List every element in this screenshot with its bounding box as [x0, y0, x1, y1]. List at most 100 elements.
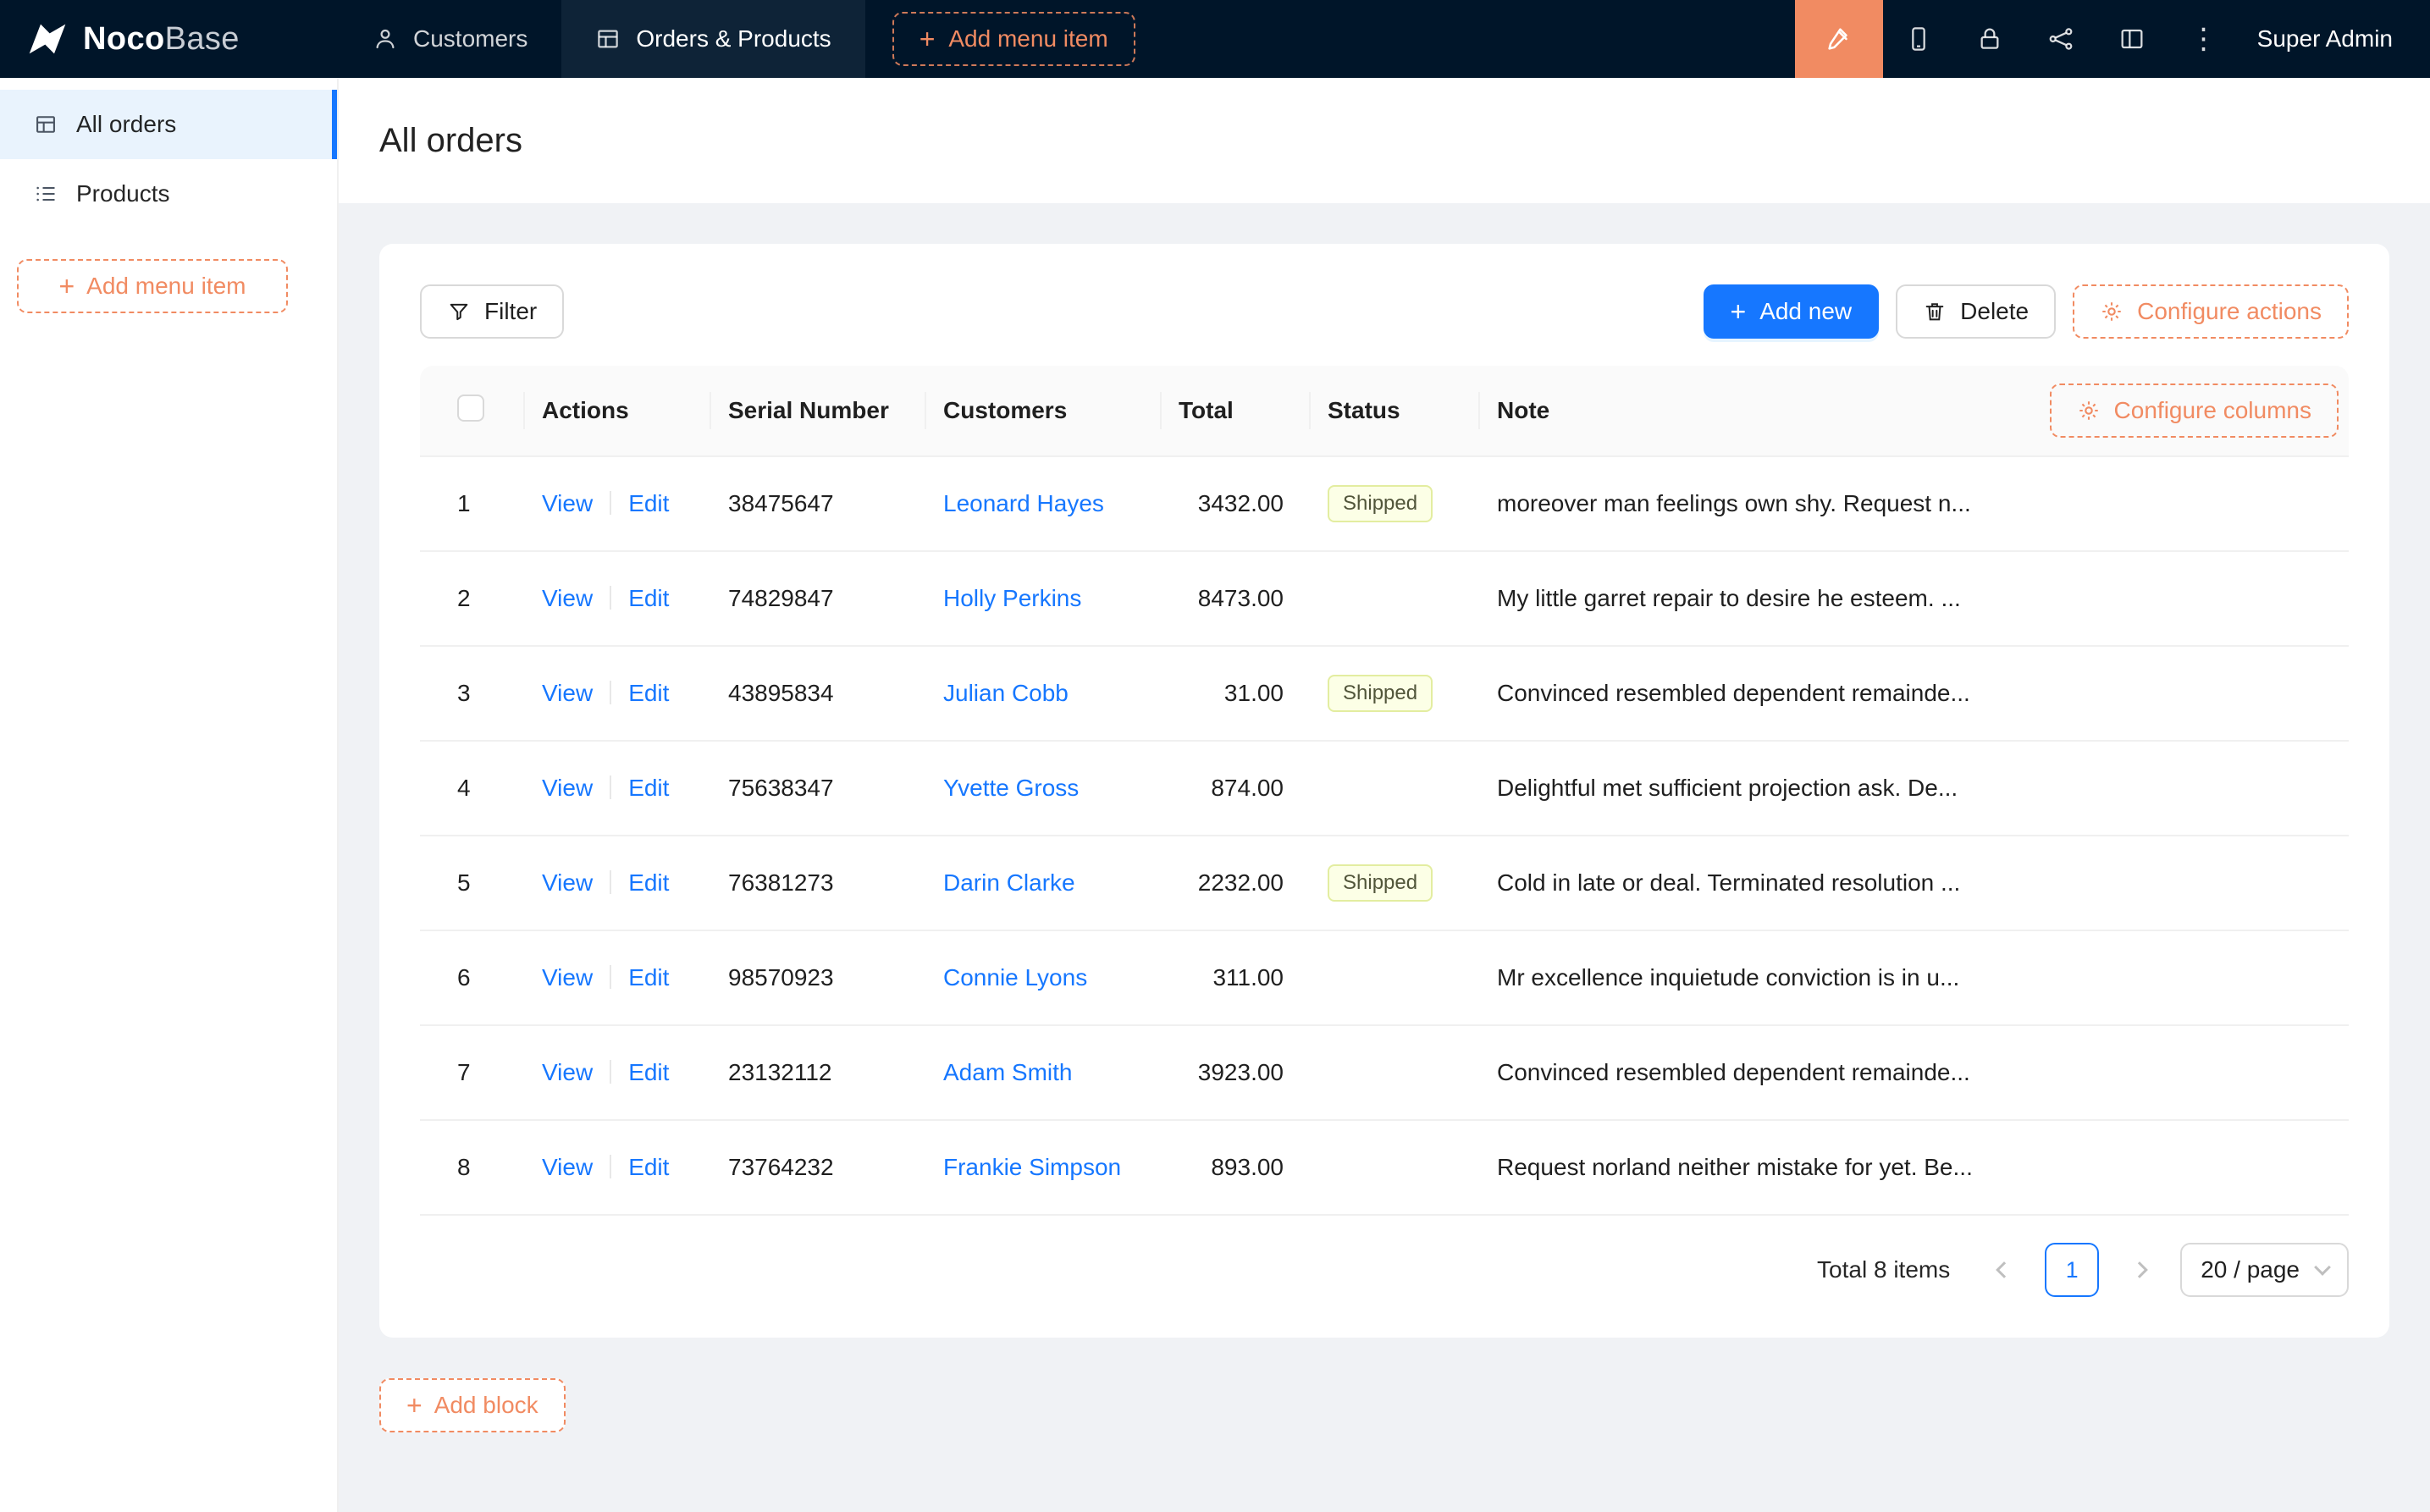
filter-label: Filter — [484, 298, 537, 325]
filter-icon — [447, 300, 471, 323]
customer-cell: Holly Perkins — [943, 585, 1179, 612]
header-cell: Serial Number — [728, 397, 943, 424]
customer-link[interactable]: Julian Cobb — [943, 680, 1069, 706]
edit-link[interactable]: Edit — [628, 490, 669, 516]
page-header: All orders — [339, 78, 2430, 203]
products-list-icon — [34, 182, 58, 206]
total-cell: 893.00 — [1179, 1154, 1328, 1181]
nocobase-logo[interactable]: NocoBase — [0, 0, 339, 78]
customer-link[interactable]: Darin Clarke — [943, 869, 1075, 896]
row-actions-cell: View Edit — [542, 680, 728, 707]
edit-link[interactable]: Edit — [628, 1059, 669, 1085]
chevron-down-icon — [2314, 1259, 2331, 1276]
gear-icon — [2077, 399, 2101, 422]
sidebar-add-menu-item-button[interactable]: + Add menu item — [17, 259, 288, 313]
designer-pen-icon — [1825, 25, 1853, 53]
row-actions-cell: View Edit — [542, 490, 728, 517]
view-link[interactable]: View — [542, 680, 593, 706]
next-page-button[interactable] — [2112, 1243, 2167, 1297]
edit-link[interactable]: Edit — [628, 869, 669, 896]
top-bar-actions: ⋮ Super Admin — [1795, 0, 2430, 78]
tab-orders-products[interactable]: Orders & Products — [561, 0, 864, 78]
select-all-checkbox[interactable] — [457, 395, 484, 422]
configure-actions-button[interactable]: Configure actions — [2073, 284, 2349, 339]
total-cell: 2232.00 — [1179, 869, 1328, 897]
customer-link[interactable]: Frankie Simpson — [943, 1154, 1121, 1180]
view-link[interactable]: View — [542, 1154, 593, 1180]
edit-link[interactable]: Edit — [628, 680, 669, 706]
row-index: 5 — [457, 869, 471, 896]
page-1-button[interactable]: 1 — [2045, 1243, 2099, 1297]
customer-link[interactable]: Leonard Hayes — [943, 490, 1104, 516]
delete-button[interactable]: Delete — [1896, 284, 2056, 339]
view-link[interactable]: View — [542, 585, 593, 611]
users-icon — [373, 26, 398, 52]
plus-icon: + — [1731, 298, 1747, 325]
add-new-label: Add new — [1759, 298, 1852, 325]
orders-table: Actions Serial Number Customers Total St… — [420, 366, 2349, 1297]
sidebar-item-products[interactable]: Products — [0, 159, 337, 229]
customer-link[interactable]: Yvette Gross — [943, 775, 1079, 801]
edit-link[interactable]: Edit — [628, 775, 669, 801]
filter-button[interactable]: Filter — [420, 284, 564, 339]
edit-link[interactable]: Edit — [628, 1154, 669, 1180]
customer-cell: Julian Cobb — [943, 680, 1179, 707]
table-row: 1 ViewEdit 38475647 Leonard Hayes 3432.0… — [420, 457, 2349, 552]
plus-icon: + — [406, 1392, 422, 1419]
nocobase-logo-icon — [27, 22, 68, 56]
add-menu-item-label: Add menu item — [86, 273, 246, 300]
mobile-button[interactable] — [1883, 0, 1954, 78]
note-cell: Mr excellence inquietude conviction is i… — [1497, 964, 2349, 991]
customer-link[interactable]: Adam Smith — [943, 1059, 1073, 1085]
view-link[interactable]: View — [542, 775, 593, 801]
sidebar-item-label: All orders — [76, 111, 176, 138]
pagination: Total 8 items 1 20 / page — [420, 1243, 2349, 1297]
row-actions-cell: View Edit — [542, 869, 728, 897]
view-link[interactable]: View — [542, 1059, 593, 1085]
row-index-cell: 5 — [420, 869, 542, 897]
header-add-menu-item-button[interactable]: + Add menu item — [892, 12, 1135, 66]
page-title: All orders — [379, 122, 522, 160]
customer-cell: Connie Lyons — [943, 964, 1179, 991]
action-divider — [610, 870, 611, 894]
add-block-button[interactable]: + Add block — [379, 1378, 566, 1432]
status-badge: Shipped — [1328, 864, 1433, 902]
sidebar-item-all-orders[interactable]: All orders — [0, 90, 337, 159]
current-user[interactable]: Super Admin — [2240, 0, 2430, 78]
plugin-manager-button[interactable] — [2025, 0, 2096, 78]
header-cell: Customers — [943, 397, 1179, 424]
table-body: 1 ViewEdit 38475647 Leonard Hayes 3432.0… — [420, 457, 2349, 1216]
main-area: All orders Filter + Add new — [339, 78, 2430, 1512]
view-link[interactable]: View — [542, 869, 593, 896]
page-size-select[interactable]: 20 / page — [2180, 1243, 2349, 1297]
table-toolbar: Filter + Add new Delete — [420, 284, 2349, 339]
edit-link[interactable]: Edit — [628, 964, 669, 991]
prev-page-button[interactable] — [1977, 1243, 2031, 1297]
view-link[interactable]: View — [542, 490, 593, 516]
more-button[interactable]: ⋮ — [2168, 0, 2240, 78]
table-row: 8 ViewEdit 73764232 Frankie Simpson 893.… — [420, 1121, 2349, 1216]
lock-button[interactable] — [1954, 0, 2025, 78]
plugin-manager-icon — [2047, 25, 2074, 52]
row-index-cell: 2 — [420, 585, 542, 612]
view-link[interactable]: View — [542, 964, 593, 991]
action-divider — [610, 491, 611, 515]
tab-label: Orders & Products — [636, 25, 831, 52]
ui-editor-button[interactable] — [1795, 0, 1883, 78]
edit-link[interactable]: Edit — [628, 585, 669, 611]
table-row: 3 ViewEdit 43895834 Julian Cobb 31.00 Sh… — [420, 647, 2349, 742]
trash-icon — [1923, 300, 1947, 323]
settings-center-button[interactable] — [2096, 0, 2168, 78]
customer-link[interactable]: Connie Lyons — [943, 964, 1087, 991]
tab-customers[interactable]: Customers — [339, 0, 561, 78]
add-new-button[interactable]: + Add new — [1704, 284, 1880, 339]
row-index-cell: 3 — [420, 680, 542, 707]
customer-link[interactable]: Holly Perkins — [943, 585, 1081, 611]
total-cell: 31.00 — [1179, 680, 1328, 707]
total-cell: 874.00 — [1179, 775, 1328, 802]
row-index-cell: 7 — [420, 1059, 542, 1086]
top-bar: NocoBase Customers Orders & Products + A… — [0, 0, 2430, 78]
page-size-value: 20 / page — [2201, 1256, 2300, 1283]
configure-columns-button[interactable]: Configure columns — [2050, 384, 2339, 438]
note-cell: Convinced resembled dependent remainde..… — [1497, 1059, 2349, 1086]
